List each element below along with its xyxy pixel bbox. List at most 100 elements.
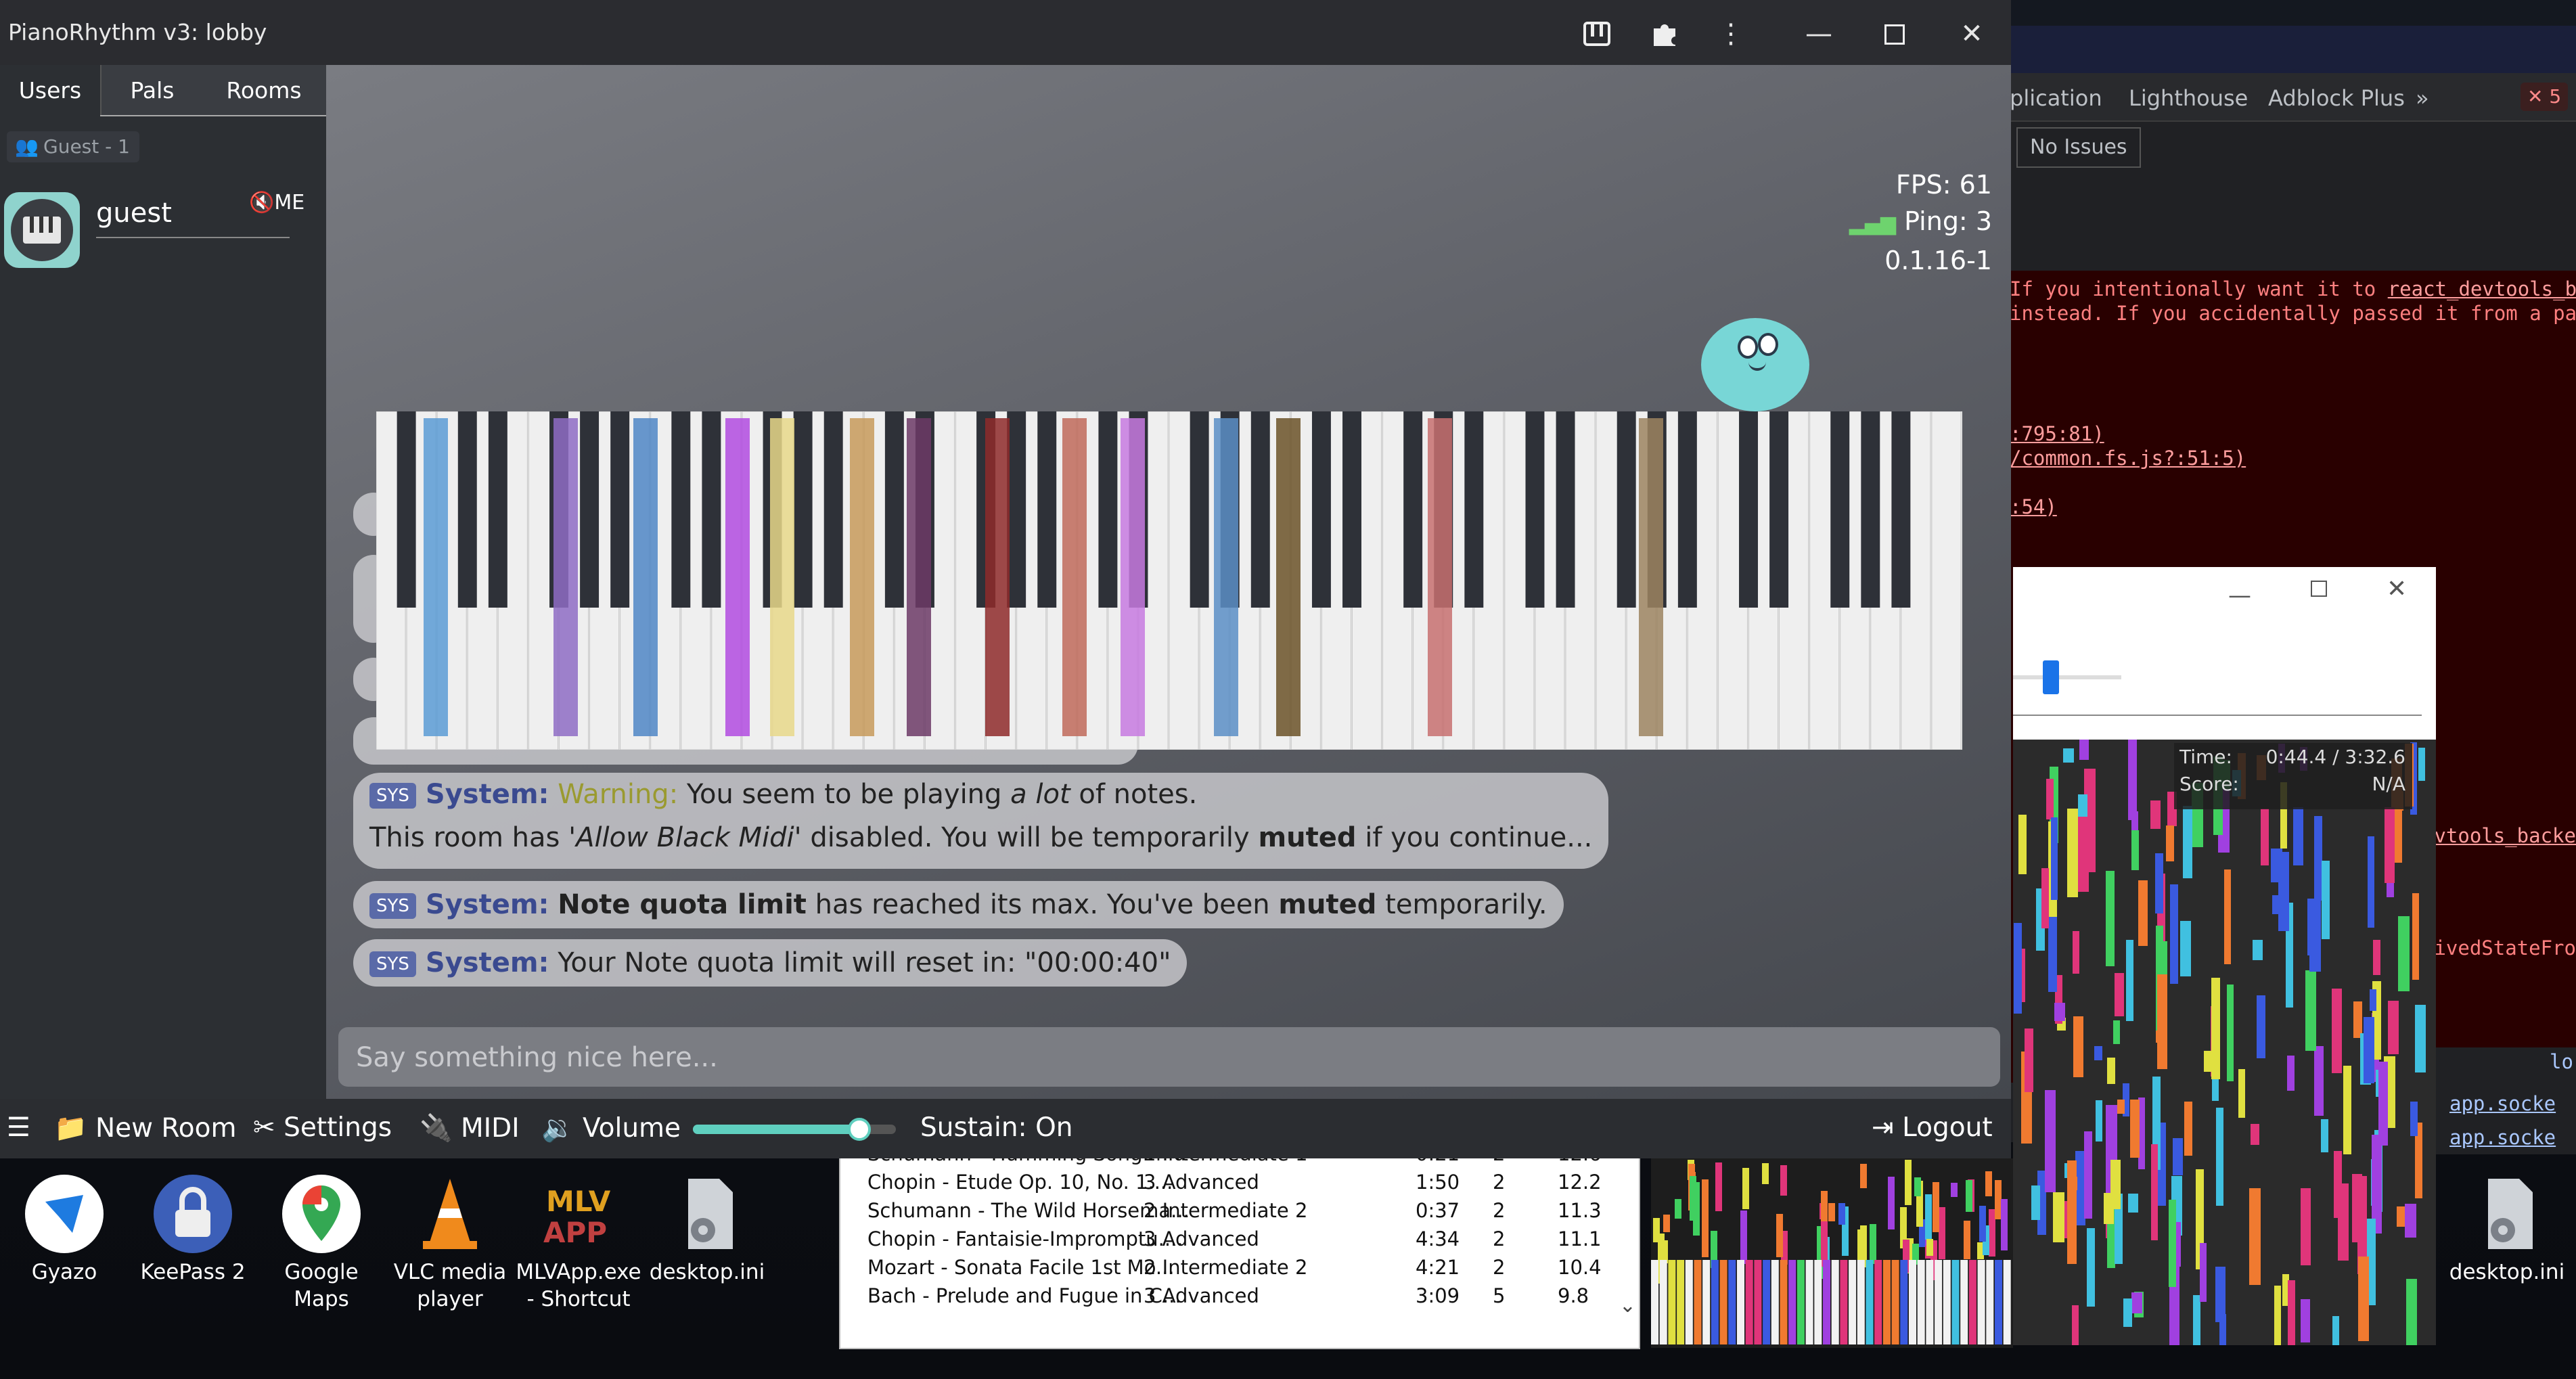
black-key[interactable] [1190,411,1209,608]
midi-visualizer-window: — ✕ Time: 0:44.4 / 3:32.6 Score: N/A [2013,567,2436,1345]
tab-rooms[interactable]: Rooms [202,65,326,116]
volume-button[interactable]: 🔉 Volume [541,1112,681,1144]
white-key[interactable] [1931,411,1962,750]
muted-speaker-icon[interactable]: 🔇 [249,191,274,214]
falling-note [2307,899,2319,955]
black-key[interactable] [1098,411,1118,608]
black-key[interactable] [1769,411,1789,608]
falling-note [2131,1292,2142,1313]
black-key[interactable] [1830,411,1850,608]
seek-track[interactable] [2013,675,2121,679]
stack-link[interactable]: :54) [2010,495,2057,518]
console-stack-line: :795:81) [2010,422,2104,445]
black-key[interactable] [702,411,721,608]
chat-input[interactable]: Say something nice here... [338,1027,2000,1087]
black-key[interactable] [884,411,904,608]
black-key[interactable] [1037,411,1057,608]
black-key[interactable] [1403,411,1423,608]
scroll-down-icon[interactable]: ⌄ [1619,1294,1636,1317]
black-key[interactable] [671,411,691,608]
stack-link[interactable]: :795:81) [2010,422,2104,445]
visualizer-key [1874,1260,1882,1344]
stack-link[interactable]: /common.fs.js?:51:5) [2010,447,2246,470]
visualizer-key [1780,1260,1788,1344]
console-link[interactable]: app.socke [2449,1126,2556,1149]
song-title: Chopin - Fantaisie-Impromptu.... [867,1227,1183,1250]
stack-link[interactable]: evtools_backe [2422,824,2576,847]
error-count-badge[interactable]: ✕ 5 [2521,83,2569,111]
map-pin-icon [282,1175,361,1253]
minimize-icon[interactable]: — [1799,14,1839,54]
user-underline [96,237,290,238]
tab-users[interactable]: Users [0,65,100,116]
black-key[interactable] [793,411,813,608]
black-key[interactable] [580,411,600,608]
black-key[interactable] [1250,411,1270,608]
close-icon[interactable]: ✕ [2387,575,2407,603]
falling-note [2368,836,2374,928]
devtools-tabbar: plication Lighthouse Adblock Plus » ✕ 5 [2003,73,2576,122]
black-key[interactable] [1556,411,1575,608]
visualizer-key [1951,1260,1960,1344]
black-key[interactable] [397,411,416,608]
desktop-icon-vlc[interactable]: VLC media player [386,1175,514,1313]
black-key[interactable] [1342,411,1361,608]
user-name[interactable]: guest [96,198,172,229]
volume-slider[interactable] [693,1118,896,1141]
falling-note [2373,940,2380,975]
black-key[interactable] [1311,411,1331,608]
visualizer-key [1986,1260,1994,1344]
issues-button[interactable]: No Issues [2016,127,2141,168]
desktop-icon-label: Gyazo [31,1260,97,1284]
sys-tag: SYS [369,783,416,809]
console-link[interactable]: app.socke [2449,1092,2556,1115]
puzzle-piece-icon[interactable] [1644,14,1685,54]
black-key[interactable] [610,411,630,608]
tab-pals[interactable]: Pals [100,65,203,116]
seek-handle[interactable] [2043,660,2059,694]
more-options-icon[interactable]: ⋮ [1711,14,1751,54]
menu-icon[interactable]: ☰ [7,1112,30,1143]
black-key[interactable] [457,411,477,608]
black-key[interactable] [1677,411,1697,608]
user-badge: 🔇ME [249,191,304,214]
midi-button[interactable]: 🔌 MIDI [420,1112,520,1144]
black-key[interactable] [1891,411,1911,608]
logout-button[interactable]: ⇥ Logout [1872,1112,1993,1143]
black-key[interactable] [1007,411,1026,608]
console-error-link[interactable]: react_devtools_backe [2388,277,2576,300]
falling-note [2288,1280,2295,1345]
avatar[interactable] [4,192,80,268]
devtools-more-tabs-icon[interactable]: » [2416,85,2429,111]
close-icon[interactable]: ✕ [1951,14,1992,54]
desktop-icon-gyazo[interactable]: Gyazo [0,1175,129,1286]
devtools-tab-adblock[interactable]: Adblock Plus [2268,85,2405,111]
minimize-icon[interactable]: — [2228,582,2251,609]
black-key[interactable] [1525,411,1545,608]
desktop-icon-google-maps[interactable]: Google Maps [257,1175,386,1313]
desktop-icon-mlvapp[interactable]: MLV APP MLVApp.exe - Shortcut [514,1175,643,1313]
piano-keyboard[interactable] [376,411,1962,750]
maximize-icon[interactable] [1874,14,1915,54]
black-key[interactable] [488,411,507,608]
black-key[interactable] [1861,411,1880,608]
devtools-tab-lighthouse[interactable]: Lighthouse [2129,85,2248,111]
sustain-toggle[interactable]: Sustain: On [920,1112,1073,1143]
black-key[interactable] [1739,411,1758,608]
maximize-icon[interactable] [2311,581,2327,597]
console-stack-line: /common.fs.js?:51:5) [2010,447,2246,470]
devtools-tab-application[interactable]: plication [2010,85,2102,111]
desktop-icon-keepass[interactable]: KeePass 2 [129,1175,257,1286]
desktop-icon-desktop-ini[interactable]: desktop.ini [643,1175,771,1286]
black-key[interactable] [823,411,843,608]
black-key[interactable] [1617,411,1636,608]
volume-handle[interactable] [848,1118,871,1141]
piano-keys-icon[interactable] [1577,14,1617,54]
console-snippet: rivedStateFro [2422,936,2576,959]
desktop-icon-desktop-ini-right[interactable]: desktop.ini [2443,1175,2571,1286]
visualizer-key [1960,1260,1968,1344]
black-key[interactable] [1464,411,1484,608]
new-room-button[interactable]: 📁 New Room [54,1112,237,1144]
falling-note [1985,1171,1992,1196]
settings-button[interactable]: ✂ Settings [253,1112,392,1143]
